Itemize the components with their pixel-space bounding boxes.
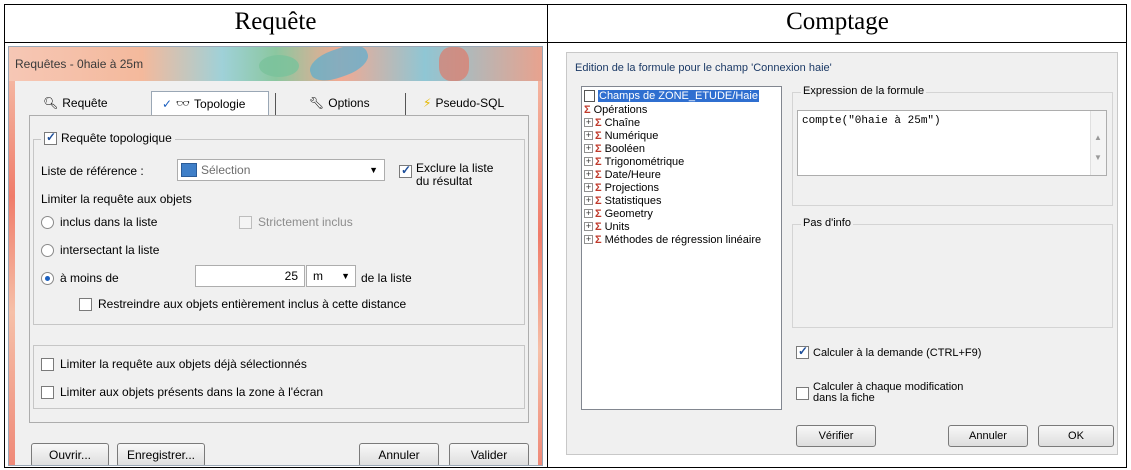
radio-intersectant[interactable]: intersectant la liste bbox=[41, 243, 159, 257]
strictly-included-checkbox[interactable]: Strictement inclus bbox=[239, 215, 353, 229]
map-background-strip bbox=[9, 81, 15, 465]
radio-inclus[interactable]: inclus dans la liste bbox=[41, 215, 157, 229]
function-icon: Σ bbox=[595, 220, 602, 233]
tree-item-trigonometrique[interactable]: + Σ Trigonométrique bbox=[584, 155, 684, 168]
expand-icon[interactable]: + bbox=[584, 209, 593, 218]
tree-item-projections[interactable]: + Σ Projections bbox=[584, 181, 659, 194]
expand-icon[interactable]: + bbox=[584, 131, 593, 140]
expand-icon[interactable]: + bbox=[584, 222, 593, 231]
save-button[interactable]: Enregistrer... bbox=[117, 443, 205, 465]
function-icon: Σ bbox=[595, 207, 602, 220]
limit-label: Limiter la requête aux objets bbox=[41, 192, 192, 206]
wrench-icon: 🔧︎ bbox=[309, 96, 325, 110]
info-label: Pas d'info bbox=[801, 217, 853, 229]
function-tree[interactable]: Champs de ZONE_ETUDE/Haie Σ Opérations + Σ… bbox=[581, 86, 782, 410]
reference-list-select[interactable]: Sélection ▼ bbox=[177, 159, 385, 181]
tree-item-units[interactable]: + Σ Units bbox=[584, 220, 630, 233]
tab-requete[interactable]: 🔍︎ Requête bbox=[29, 91, 151, 115]
tree-item-geometry[interactable]: + Σ Geometry bbox=[584, 207, 653, 220]
window-title: Requêtes - 0haie à 25m bbox=[15, 57, 144, 71]
dialog-title: Edition de la formule pour le champ 'Con… bbox=[575, 62, 832, 74]
info-group bbox=[792, 224, 1113, 328]
tree-item-date-heure[interactable]: + Σ Date/Heure bbox=[584, 168, 661, 181]
header-divider bbox=[4, 42, 1127, 43]
expand-icon[interactable]: + bbox=[584, 157, 593, 166]
tree-item-champs[interactable]: Champs de ZONE_ETUDE/Haie bbox=[584, 89, 759, 102]
tree-item-regression[interactable]: + Σ Méthodes de régression linéaire bbox=[584, 233, 761, 246]
distance-input[interactable]: 25 bbox=[195, 265, 305, 287]
topology-checkbox[interactable]: Requête topologique bbox=[41, 130, 175, 145]
cancel-button[interactable]: Annuler bbox=[948, 425, 1028, 447]
restrict-distance-checkbox[interactable]: Restreindre aux objets entièrement inclu… bbox=[79, 297, 406, 311]
unit-select[interactable]: m ▼ bbox=[306, 265, 356, 287]
limit-screen-checkbox[interactable]: Limiter aux objets présents dans la zone… bbox=[41, 385, 323, 399]
tree-item-numerique[interactable]: + Σ Numérique bbox=[584, 129, 658, 142]
function-icon: Σ bbox=[595, 142, 602, 155]
tree-item-operations[interactable]: Σ Opérations bbox=[584, 103, 647, 116]
calc-on-change-checkbox[interactable]: Calculer à chaque modification dans la fi… bbox=[796, 382, 963, 404]
function-icon: Σ bbox=[595, 194, 602, 207]
function-icon: Σ bbox=[595, 168, 602, 181]
limit-selected-checkbox[interactable]: Limiter la requête aux objets déjà sélec… bbox=[41, 357, 307, 371]
calc-on-demand-checkbox[interactable]: Calculer à la demande (CTRL+F9) bbox=[796, 344, 981, 359]
chevron-down-icon: ▼ bbox=[341, 271, 350, 281]
scroll-down-icon[interactable]: ▼ bbox=[1094, 153, 1102, 162]
right-column-title: Comptage bbox=[786, 8, 889, 35]
function-icon: Σ bbox=[595, 155, 602, 168]
expand-icon[interactable]: + bbox=[584, 144, 593, 153]
expand-icon[interactable]: + bbox=[584, 170, 593, 179]
function-icon: Σ bbox=[595, 181, 602, 194]
chevron-down-icon: ▼ bbox=[369, 165, 378, 175]
tree-item-statistiques[interactable]: + Σ Statistiques bbox=[584, 194, 661, 207]
scroll-up-icon[interactable]: ▲ bbox=[1094, 133, 1102, 142]
scrollbar[interactable]: ▲ ▼ bbox=[1090, 111, 1106, 175]
reference-list-label: Liste de référence : bbox=[41, 164, 144, 178]
expand-icon[interactable]: + bbox=[584, 183, 593, 192]
function-icon: Σ bbox=[595, 129, 602, 142]
cancel-button[interactable]: Annuler bbox=[359, 443, 439, 465]
function-icon: Σ bbox=[595, 233, 602, 246]
map-background-strip bbox=[538, 81, 542, 465]
left-column-title: Requête bbox=[234, 8, 317, 35]
limits-group bbox=[33, 345, 525, 409]
binoculars-icon: 👓︎ bbox=[176, 98, 191, 110]
verify-button[interactable]: Vérifier bbox=[796, 425, 876, 447]
lightning-icon: ⚡︎ bbox=[423, 96, 432, 110]
document-icon bbox=[584, 89, 595, 102]
column-divider bbox=[547, 4, 548, 468]
expression-textarea[interactable]: compte("0haie à 25m") ▲ ▼ bbox=[797, 110, 1107, 176]
expression-label: Expression de la formule bbox=[801, 85, 927, 97]
magnifier-icon: 🔍︎ bbox=[43, 96, 59, 110]
expand-icon[interactable]: + bbox=[584, 235, 593, 244]
tab-options[interactable]: 🔧︎ Options bbox=[279, 91, 399, 115]
table-icon bbox=[181, 163, 197, 177]
function-icon: Σ bbox=[595, 116, 602, 129]
check-icon: ✓ bbox=[162, 96, 173, 111]
tab-topologie[interactable]: ✓ 👓︎ Topologie bbox=[151, 91, 269, 115]
tree-item-booleen[interactable]: + Σ Booléen bbox=[584, 142, 645, 155]
expand-icon[interactable]: + bbox=[584, 118, 593, 127]
exclude-list-checkbox[interactable]: Exclure la listedu résultat bbox=[399, 162, 493, 188]
radio-a-moins-de[interactable]: à moins de bbox=[41, 271, 119, 285]
open-button[interactable]: Ouvrir... bbox=[31, 443, 109, 465]
requete-dialog: Requêtes - 0haie à 25m 🔍︎ Requête ✓ 👓︎ T… bbox=[8, 46, 543, 466]
de-la-liste-label: de la liste bbox=[361, 271, 412, 285]
ok-button[interactable]: OK bbox=[1038, 425, 1114, 447]
tree-item-chaine[interactable]: + Σ Chaîne bbox=[584, 116, 640, 129]
expand-icon[interactable]: + bbox=[584, 196, 593, 205]
tab-pseudo-sql[interactable]: ⚡︎ Pseudo-SQL bbox=[409, 91, 529, 115]
validate-button[interactable]: Valider bbox=[449, 443, 529, 465]
function-icon: Σ bbox=[584, 103, 591, 116]
